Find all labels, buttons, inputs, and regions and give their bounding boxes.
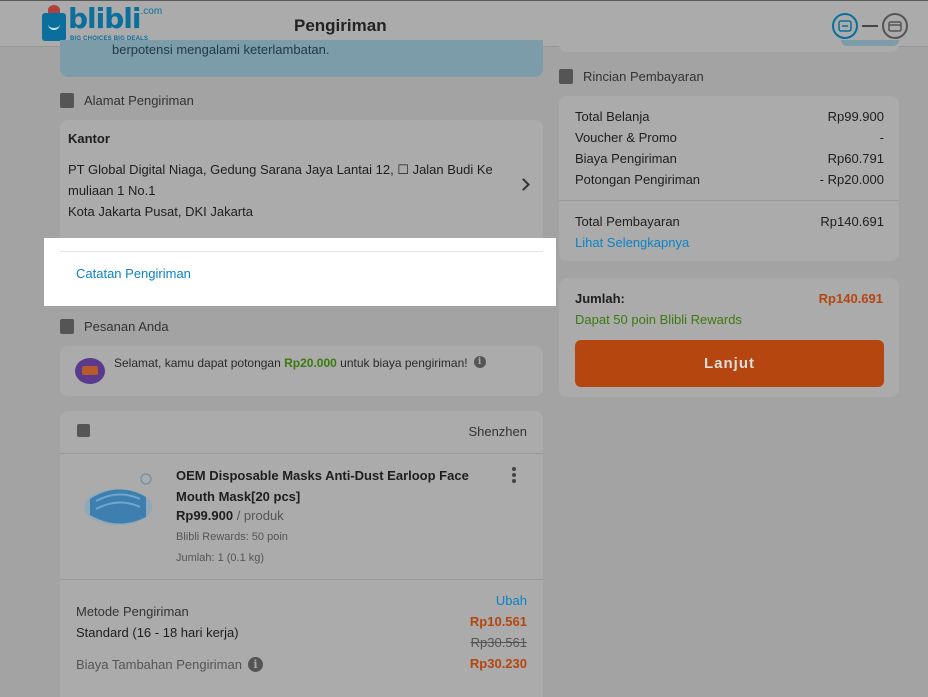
checkout-steps <box>832 13 908 39</box>
see-details-link[interactable]: Lihat Selengkapnya <box>575 235 689 250</box>
right-top-card <box>559 40 899 52</box>
payment-row: Voucher & Promo - <box>575 130 884 145</box>
logo-com: .com <box>140 6 163 17</box>
receipt-icon <box>559 69 573 84</box>
extra-shipping-value: Rp30.230 <box>469 656 527 671</box>
promo-suffix: untuk biaya pengiriman! <box>336 356 468 370</box>
product-price-unit: / produk <box>233 508 284 523</box>
shipping-price: Rp10.561 <box>469 614 527 629</box>
shipping-discount-promo: Selamat, kamu dapat potongan Rp20.000 un… <box>60 346 543 396</box>
product-image[interactable] <box>80 469 158 537</box>
payment-row-value: Rp99.900 <box>827 109 884 124</box>
payment-row-value: - Rp20.000 <box>819 172 884 187</box>
card-icon <box>882 13 908 39</box>
payment-row: Potongan Pengiriman - Rp20.000 <box>575 172 884 187</box>
payment-row: Total Belanja Rp99.900 <box>575 109 884 124</box>
promo-amount: Rp20.000 <box>284 356 337 370</box>
summary-label: Jumlah: <box>575 291 625 306</box>
order-divider <box>60 453 543 454</box>
address-card[interactable]: Kantor PT Global Digital Niaga, Gedung S… <box>60 120 543 248</box>
payment-row-value: Rp60.791 <box>827 151 884 166</box>
product-quantity: Jumlah: 1 (0.1 kg) <box>176 552 265 564</box>
shipping-divider <box>60 579 543 580</box>
continue-button[interactable]: Lanjut <box>575 340 884 387</box>
notes-highlight-panel: Catatan Pengiriman <box>44 238 556 306</box>
shipping-method-label: Metode Pengiriman <box>76 604 189 619</box>
extra-shipping-text: Biaya Tambahan Pengiriman <box>76 657 242 672</box>
payment-row-label: Voucher & Promo <box>575 130 677 145</box>
orders-section-title: Pesanan Anda <box>60 319 169 334</box>
rewards-text: Dapat 50 poin Blibli Rewards <box>575 312 742 327</box>
product-price: Rp99.900 / produk <box>176 508 284 523</box>
change-shipping-link[interactable]: Ubah <box>496 593 527 608</box>
banner-text: berpotensi mengalami keterlambatan. <box>112 42 330 57</box>
address-label: Kantor <box>68 131 110 146</box>
payment-total-label: Total Pembayaran <box>575 214 680 229</box>
address-section-label: Alamat Pengiriman <box>84 93 194 108</box>
info-icon[interactable]: i <box>247 657 263 672</box>
payment-total-row: Total Pembayaran Rp140.691 <box>575 214 884 229</box>
step-connector <box>862 25 878 27</box>
details-link-row: Lihat Selengkapnya <box>575 235 884 250</box>
info-icon[interactable]: i <box>473 356 486 368</box>
payment-divider <box>559 200 899 201</box>
box-icon <box>60 319 74 334</box>
extra-shipping-label: Biaya Tambahan Pengiriman i <box>76 657 263 672</box>
order-card: Shenzhen OEM Disposable Masks Anti-Dust … <box>60 411 543 697</box>
page-title: Pengiriman <box>294 16 387 35</box>
summary-value: Rp140.691 <box>818 291 883 306</box>
payment-row-label: Biaya Pengiriman <box>575 151 677 166</box>
store-icon <box>77 424 90 437</box>
payment-section-label: Rincian Pembayaran <box>583 69 704 84</box>
promo-prefix: Selamat, kamu dapat potongan <box>114 356 285 370</box>
payment-row: Biaya Pengiriman Rp60.791 <box>575 151 884 166</box>
payment-row-value: - <box>879 130 884 145</box>
payment-row-label: Potongan Pengiriman <box>575 172 701 187</box>
product-rewards: Blibli Rewards: 50 poin <box>176 531 288 543</box>
store-name: Shenzhen <box>468 424 527 439</box>
address-line-2: muliaan 1 No.1 <box>68 183 156 198</box>
notes-row[interactable]: Catatan Pengiriman <box>60 251 543 292</box>
kebab-icon[interactable] <box>512 467 516 485</box>
address-line-1: PT Global Digital Niaga, Gedung Sarana J… <box>68 162 493 177</box>
address-line-3: Kota Jakarta Pusat, DKI Jakarta <box>68 204 253 219</box>
calculator-icon <box>832 13 858 39</box>
delay-warning-banner: berpotensi mengalami keterlambatan. <box>60 40 543 77</box>
product-title[interactable]: OEM Disposable Masks Anti-Dust Earloop F… <box>176 465 494 507</box>
shipping-old-price: Rp30.561 <box>470 635 527 650</box>
shipping-method-value: Standard (16 - 18 hari kerja) <box>76 625 239 640</box>
payment-total-value: Rp140.691 <box>820 214 884 229</box>
logo-bag-icon <box>42 5 66 41</box>
payment-row-label: Total Belanja <box>575 109 650 124</box>
payment-details-card: Total Belanja Rp99.900 Voucher & Promo -… <box>559 96 899 261</box>
address-section-title: Alamat Pengiriman <box>60 93 194 108</box>
notebook-icon <box>60 93 74 108</box>
blibli-logo[interactable]: blibli.com BIG CHOICES BIG DEALS <box>42 2 163 42</box>
product-price-value: Rp99.900 <box>176 508 234 523</box>
delivery-notes-link[interactable]: Catatan Pengiriman <box>76 266 191 281</box>
payment-section-title: Rincian Pembayaran <box>559 69 704 84</box>
orders-section-label: Pesanan Anda <box>84 319 169 334</box>
chevron-right-icon[interactable] <box>517 178 530 191</box>
promo-message: Selamat, kamu dapat potongan Rp20.000 un… <box>114 356 486 370</box>
summary-card: Jumlah: Rp140.691 Dapat 50 poin Blibli R… <box>559 278 899 397</box>
logo-word: blibli <box>68 2 141 35</box>
truck-icon <box>75 358 105 384</box>
